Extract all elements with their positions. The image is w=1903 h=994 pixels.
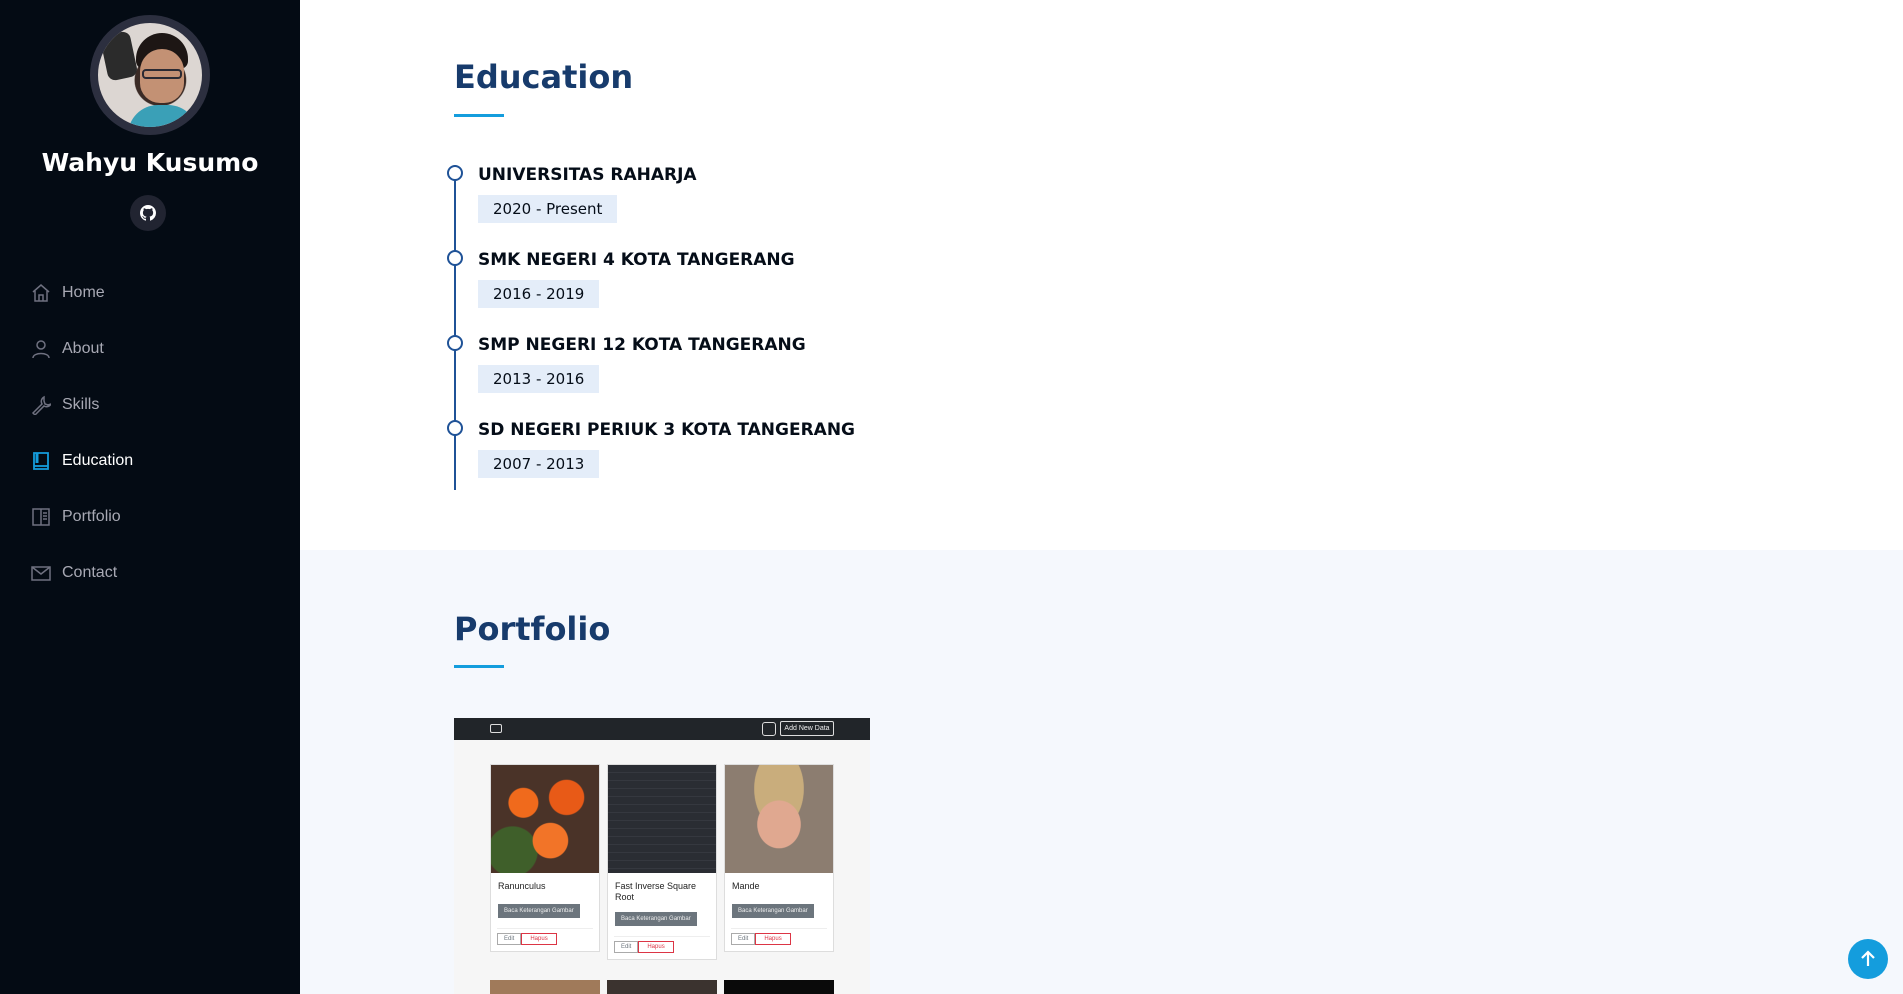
education-timeline: UNIVERSITAS RAHARJA 2020 - Present SMK N… [447,165,1154,490]
delete-button: Hapus [521,933,557,945]
main-content: Education UNIVERSITAS RAHARJA 2020 - Pre… [300,0,1903,994]
education-section: Education UNIVERSITAS RAHARJA 2020 - Pre… [300,0,1903,550]
nav-label: About [62,340,104,357]
delete-button: Hapus [638,941,674,953]
github-icon [140,205,156,221]
timeline-item: SD NEGERI PERIUK 3 KOTA TANGERANG 2007 -… [447,420,1154,505]
home-icon [30,282,52,304]
preview-card-partial [607,980,717,994]
sidebar: Wahyu Kusumo Home About Skills Education… [0,0,300,994]
portrait-image [725,765,833,873]
timeline-item: SMP NEGERI 12 KOTA TANGERANG 2013 - 2016 [447,335,1154,420]
edit-button: Edit [497,933,522,945]
card-actions: Edit Hapus [731,928,827,945]
preview-navbar: Add New Data [454,718,870,740]
envelope-icon [30,562,52,584]
timeline-item: SMK NEGERI 4 KOTA TANGERANG 2016 - 2019 [447,250,1154,335]
card-actions: Edit Hapus [614,936,710,953]
date-badge: 2013 - 2016 [478,365,600,393]
date-badge: 2020 - Present [478,195,618,223]
date-badge: 2016 - 2019 [478,280,600,308]
card-button: Baca Keterangan Gambar [732,904,814,918]
nav-label: Contact [62,564,118,581]
main-nav: Home About Skills Education Portfolio Co… [30,265,270,601]
nav-item-about[interactable]: About [30,321,270,377]
person-icon [30,338,52,360]
github-icon [762,722,776,736]
timeline-dot [447,250,463,266]
github-link[interactable] [130,195,166,231]
nav-item-home[interactable]: Home [30,265,270,321]
card-title: Fast Inverse Square Root [615,881,697,902]
timeline-item: UNIVERSITAS RAHARJA 2020 - Present [447,165,1154,250]
card-actions: Edit Hapus [497,928,593,945]
edit-button: Edit [731,933,756,945]
nav-label: Portfolio [62,508,121,525]
delete-button: Hapus [755,933,791,945]
preview-card: Mande Baca Keterangan Gambar Edit Hapus [724,764,834,952]
preview-card-partial [724,980,834,994]
profile-name: Wahyu Kusumo [41,148,259,177]
flower-image [491,765,599,873]
back-to-top-button[interactable] [1848,939,1888,979]
avatar [90,15,210,135]
edit-button: Edit [614,941,639,953]
book-half-icon [30,506,52,528]
card-title: Mande [732,881,760,891]
card-button: Baca Keterangan Gambar [615,912,697,926]
code-image [608,765,716,873]
nav-label: Home [62,284,105,301]
nav-item-portfolio[interactable]: Portfolio [30,489,270,545]
book-icon [30,450,52,472]
card-title: Ranunculus [498,881,546,891]
camera-icon [490,724,502,733]
school-name: SMK NEGERI 4 KOTA TANGERANG [478,250,795,270]
wrench-icon [30,394,52,416]
school-name: SD NEGERI PERIUK 3 KOTA TANGERANG [478,420,856,440]
title-underline [454,114,504,117]
timeline-dot [447,335,463,351]
preview-card: Ranunculus Baca Keterangan Gambar Edit H… [490,764,600,952]
nav-label: Skills [62,396,100,413]
preview-card: Fast Inverse Square Root Baca Keterangan… [607,764,717,960]
card-button: Baca Keterangan Gambar [498,904,580,918]
section-title-education: Education [454,58,634,96]
timeline-dot [447,165,463,181]
microphone-graphic [99,30,139,82]
date-badge: 2007 - 2013 [478,450,600,478]
school-name: UNIVERSITAS RAHARJA [478,165,697,185]
school-name: SMP NEGERI 12 KOTA TANGERANG [478,335,806,355]
title-underline [454,665,504,668]
portfolio-item-image[interactable]: Add New Data Ranunculus Baca Keterangan … [454,718,870,994]
timeline-dot [447,420,463,436]
add-new-data-button: Add New Data [780,721,834,736]
nav-item-skills[interactable]: Skills [30,377,270,433]
arrow-up-icon [1861,950,1875,966]
nav-label: Education [62,452,134,469]
section-title-portfolio: Portfolio [454,610,611,648]
nav-item-education[interactable]: Education [30,433,270,489]
nav-item-contact[interactable]: Contact [30,545,270,601]
preview-card-partial [490,980,600,994]
portfolio-section: Portfolio Add New Data Ranunculus Baca K… [300,550,1903,994]
